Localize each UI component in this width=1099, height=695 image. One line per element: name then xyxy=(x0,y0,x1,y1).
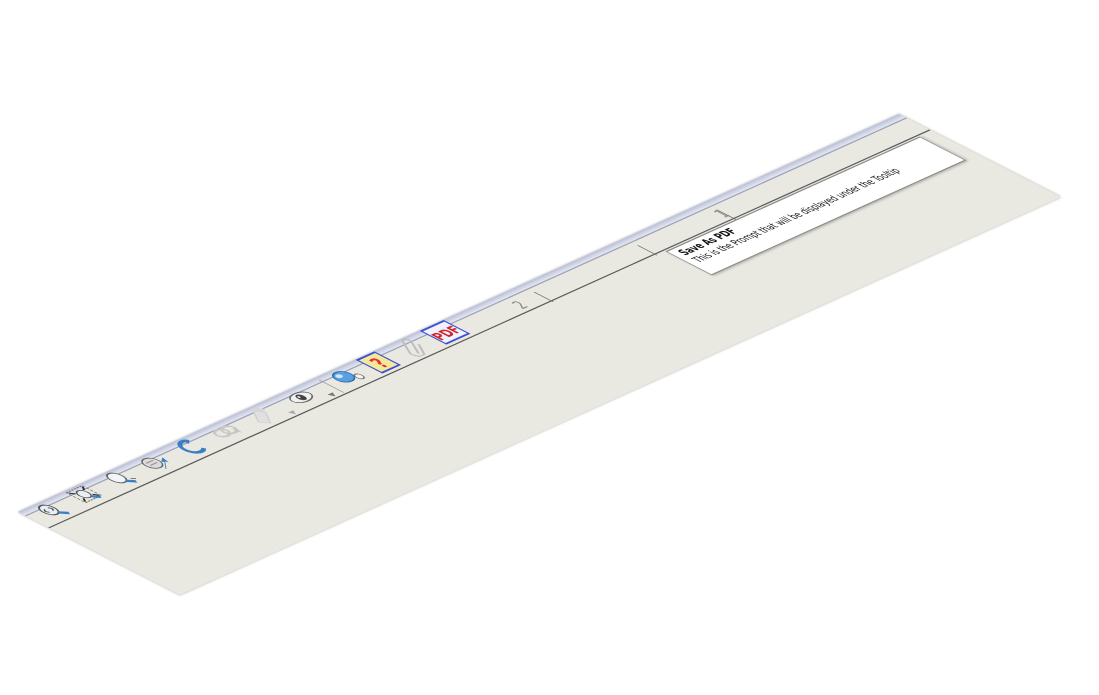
screen: 4 ? PDF 2 1 Save As PDF This is the Prom… xyxy=(0,0,1099,695)
ruler-tick xyxy=(637,245,658,256)
ruler-mark-1: 1 xyxy=(709,207,735,221)
ruler-tick xyxy=(533,291,554,303)
ruler-mark-2: 2 xyxy=(507,298,534,312)
toolbar-strip: 4 ? PDF 2 1 Save As PDF This is the Prom… xyxy=(18,114,1062,596)
ruler: 2 1 xyxy=(26,118,932,529)
